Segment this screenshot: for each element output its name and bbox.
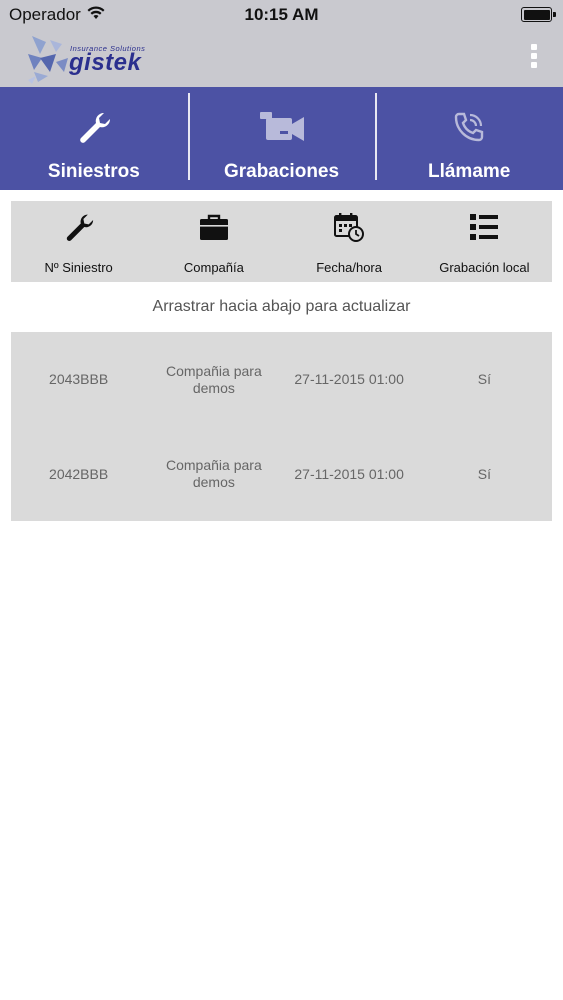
phone-ringing-icon — [452, 107, 486, 147]
wrench-icon — [77, 107, 111, 147]
cell-local-recording: Sí — [477, 465, 491, 482]
column-company[interactable]: Compañía — [146, 201, 281, 282]
cell-datetime: 27-11-2015 01:00 — [294, 371, 404, 387]
gistek-logo: Insurance Solutions gistek — [26, 32, 166, 84]
cell-claim-number: 2043BBB — [49, 371, 109, 387]
list-icon — [469, 211, 499, 243]
battery-icon — [521, 7, 556, 22]
column-label: Grabación local — [439, 260, 530, 275]
wrench-icon — [64, 211, 94, 243]
column-datetime[interactable]: Fecha/hora — [282, 201, 417, 282]
cell-datetime: 27-11-2015 01:00 — [294, 465, 404, 482]
column-label: Fecha/hora — [316, 260, 382, 275]
table-row[interactable]: 2042BBB Compañia para demos 27-11-2015 0… — [11, 427, 552, 521]
cell-claim-number: 2042BBB — [49, 465, 109, 482]
cell-company: Compañia para demos — [166, 362, 262, 396]
briefcase-icon — [199, 211, 229, 243]
video-camera-icon — [258, 107, 306, 147]
pull-to-refresh-hint: Arrastrar hacia abajo para actualizar — [152, 298, 411, 315]
nav-label: Llámame — [427, 161, 511, 182]
status-bar: Operador 10:15 AM — [0, 0, 563, 30]
cell-company: Compañia para demos — [166, 457, 262, 490]
column-label: Compañía — [183, 260, 244, 275]
nav-siniestros[interactable]: Siniestros — [0, 87, 188, 190]
claims-table: 2043BBB Compañia para demos 27-11-2015 0… — [11, 332, 552, 521]
app-header: Insurance Solutions gistek — [0, 30, 563, 87]
overflow-menu-icon[interactable] — [529, 44, 539, 72]
nav-label: Grabaciones — [223, 161, 340, 182]
table-row[interactable]: 2043BBB Compañia para demos 27-11-2015 0… — [11, 332, 552, 427]
logo-wordmark: gistek — [69, 49, 142, 76]
nav-label: Siniestros — [47, 161, 140, 182]
main-nav: Siniestros Grabaciones Llámame — [0, 87, 563, 190]
status-time: 10:15 AM — [244, 5, 319, 24]
column-claim-number[interactable]: Nº Siniestro — [11, 201, 146, 282]
column-label: Nº Siniestro — [44, 260, 113, 275]
nav-llamame[interactable]: Llámame — [375, 87, 563, 190]
table-header: Nº Siniestro Compañía Fecha/hora Grabaci… — [11, 201, 552, 282]
column-local-recording[interactable]: Grabación local — [417, 201, 552, 282]
calendar-clock-icon — [334, 211, 365, 243]
nav-grabaciones[interactable]: Grabaciones — [187, 87, 376, 190]
cell-local-recording: Sí — [477, 371, 491, 387]
